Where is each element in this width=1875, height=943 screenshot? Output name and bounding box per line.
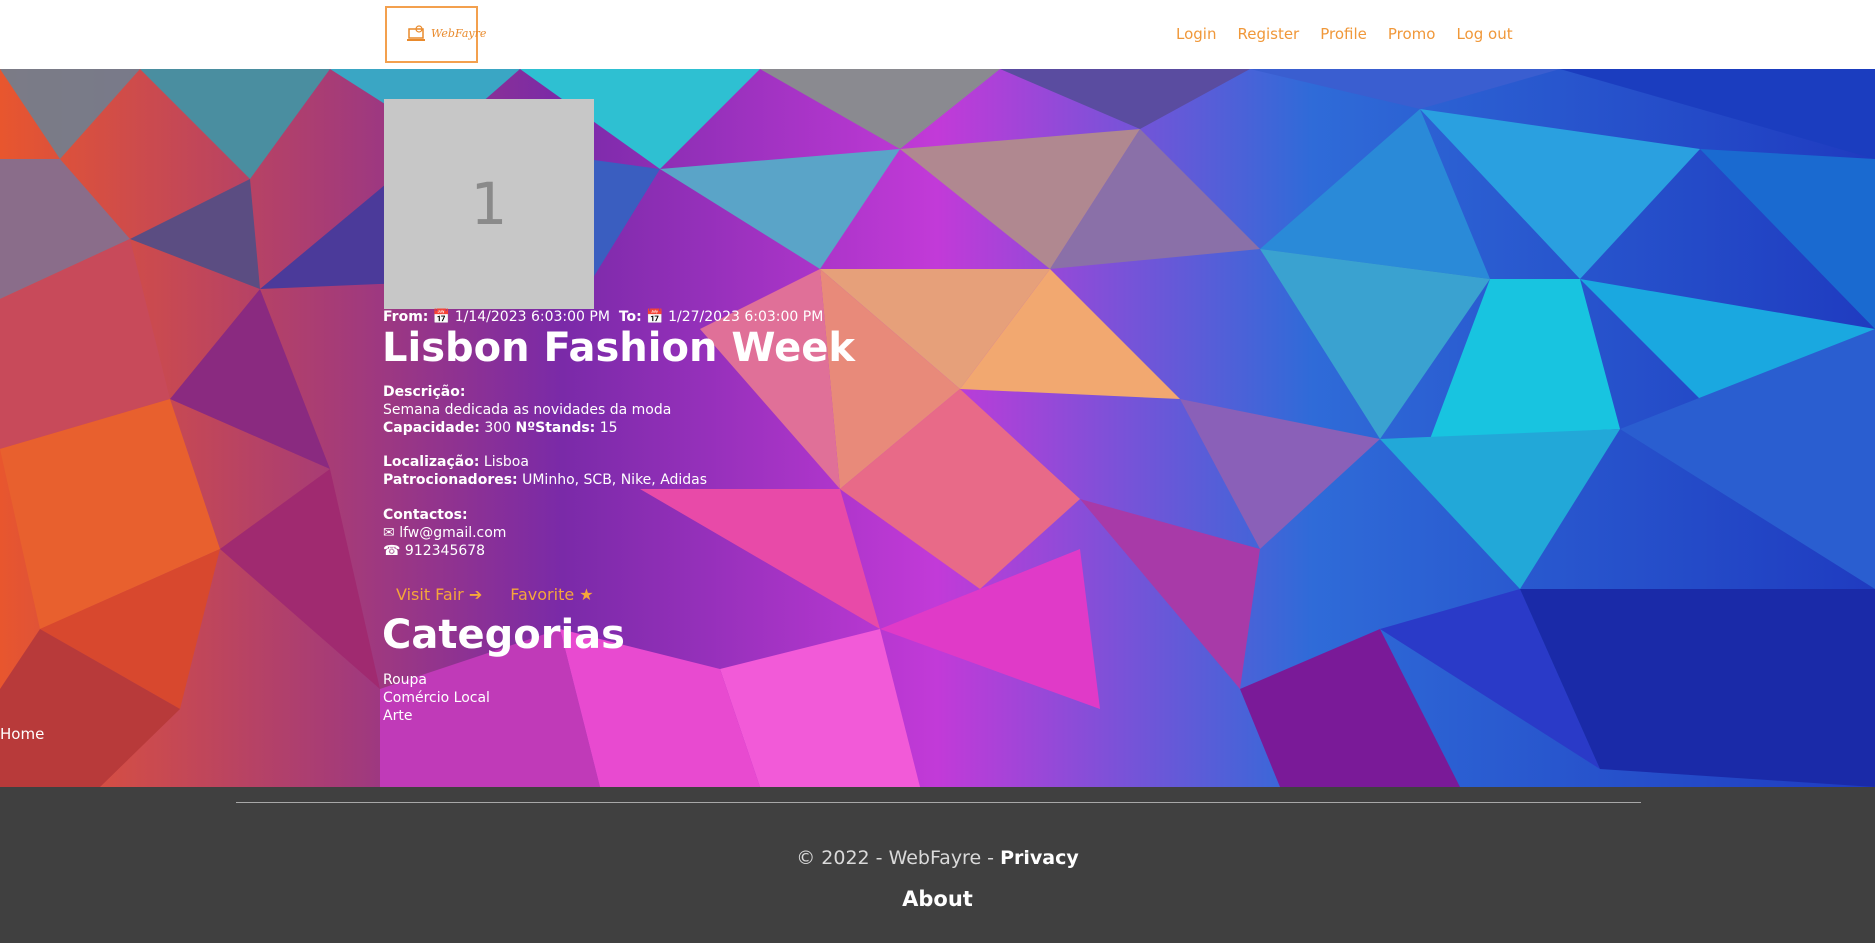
contacts-label: Contactos: xyxy=(383,507,468,523)
contacts-block: Contactos: ✉ lfw@gmail.com ☎ 912345678 xyxy=(383,506,506,560)
fair-title: Lisbon Fashion Week xyxy=(382,325,855,371)
sponsors-value: UMinho, SCB, Nike, Adidas xyxy=(522,472,708,488)
privacy-link[interactable]: Privacy xyxy=(1000,847,1079,869)
fair-dates: From: 📅 1/14/2023 6:03:00 PM To: 📅 1/27/… xyxy=(383,309,823,325)
footer-divider xyxy=(236,802,1641,803)
breadcrumb-home[interactable]: Home xyxy=(0,725,44,743)
footer-copyright: © 2022 - WebFayre - Privacy xyxy=(0,847,1875,869)
capacity-value: 300 xyxy=(484,420,512,436)
to-date: 1/27/2023 6:03:00 PM xyxy=(668,309,824,325)
capacity-label: Capacidade: xyxy=(383,420,480,436)
to-label: To: xyxy=(618,309,642,325)
contact-phone: 912345678 xyxy=(404,543,486,559)
description-block: Descrição: Semana dedicada as novidades … xyxy=(383,383,671,437)
sponsors-label: Patrocionadores: xyxy=(383,472,518,488)
category-item: Comércio Local xyxy=(383,690,490,706)
envelope-icon: ✉ xyxy=(383,525,395,541)
copyright-text: © 2022 - WebFayre - xyxy=(796,847,995,869)
categories-title: Categorias xyxy=(382,612,625,658)
location-block: Localização: Lisboa Patrocionadores: UMi… xyxy=(383,453,707,489)
fair-thumbnail: 1 xyxy=(384,99,594,309)
description-text: Semana dedicada as novidades da moda xyxy=(383,402,672,418)
thumbnail-placeholder-text: 1 xyxy=(470,170,508,238)
about-link[interactable]: About xyxy=(0,887,1875,911)
description-label: Descrição: xyxy=(383,384,466,400)
category-item: Arte xyxy=(383,708,413,724)
location-label: Localização: xyxy=(383,454,480,470)
location-value: Lisboa xyxy=(483,454,529,470)
favorite-label: Favorite xyxy=(510,585,575,604)
categories-list: Roupa Comércio Local Arte xyxy=(383,671,490,725)
star-icon: ★ xyxy=(579,585,594,604)
category-item: Roupa xyxy=(383,672,428,688)
stands-value: 15 xyxy=(599,420,618,436)
phone-icon: ☎ xyxy=(383,543,401,559)
calendar-icon: 📅 xyxy=(432,309,451,325)
from-date: 1/14/2023 6:03:00 PM xyxy=(454,309,610,325)
from-label: From: xyxy=(383,309,429,325)
contact-email[interactable]: lfw@gmail.com xyxy=(399,525,506,541)
footer: © 2022 - WebFayre - Privacy About xyxy=(0,787,1875,943)
visit-fair-button[interactable]: Visit Fair ➔ xyxy=(396,585,482,604)
favorite-button[interactable]: Favorite ★ xyxy=(510,585,593,604)
calendar-icon: 📅 xyxy=(646,309,664,325)
arrow-right-icon: ➔ xyxy=(468,585,483,604)
fair-actions: Visit Fair ➔ Favorite ★ xyxy=(396,585,594,604)
visit-fair-label: Visit Fair xyxy=(396,585,464,604)
stands-label: NºStands: xyxy=(515,420,596,436)
